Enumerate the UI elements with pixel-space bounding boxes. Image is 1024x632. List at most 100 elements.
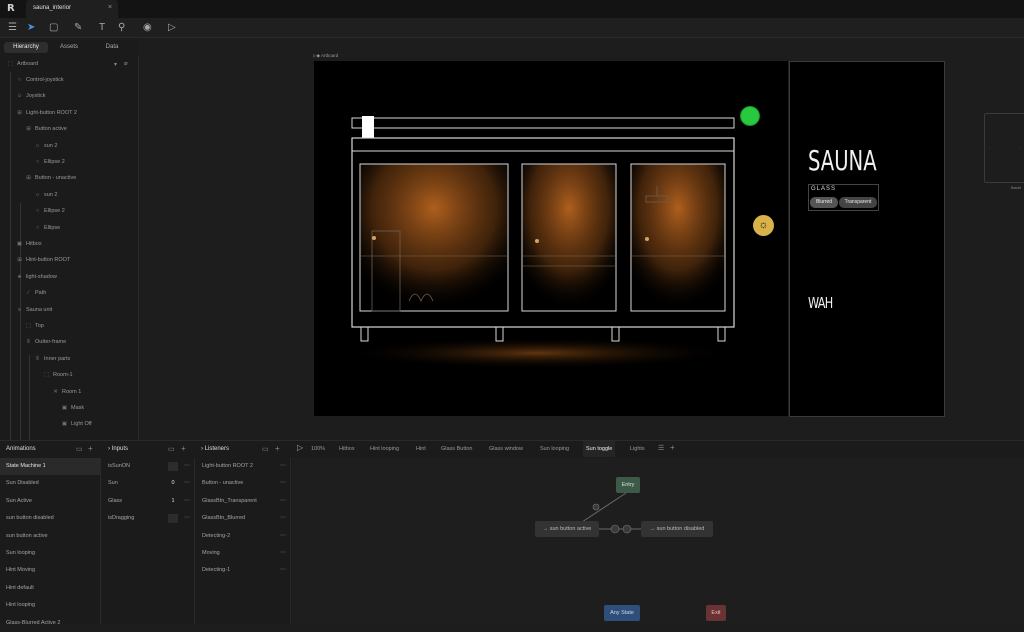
play-icon[interactable]: ▷ — [168, 21, 176, 35]
input-value[interactable]: 0 — [168, 479, 178, 488]
state-machine-graph[interactable]: Entry → sun button active → sun button d… — [292, 458, 1024, 624]
listener-row[interactable]: Detecting-1 ⋯ — [202, 562, 290, 579]
menu-icon[interactable]: ☰ — [8, 21, 17, 35]
more-icon[interactable]: ⋯ — [280, 510, 286, 527]
input-row[interactable]: isSunON ⋯ — [108, 458, 194, 475]
listener-row[interactable]: Button - unactive ⋯ — [202, 475, 290, 492]
hierarchy-item[interactable]: ⊞ Hint-button ROOT — [16, 252, 70, 268]
chevron-down-icon[interactable]: ▾ — [114, 61, 117, 68]
input-value[interactable] — [168, 462, 178, 471]
play-icon[interactable]: ▷ — [297, 443, 303, 452]
animation-item[interactable]: Hint default — [0, 580, 100, 597]
state-machine-tab[interactable]: Sun looping — [540, 441, 569, 457]
hierarchy-item[interactable]: ⬚ Top — [25, 318, 44, 334]
add-animation-icon[interactable]: + — [88, 444, 93, 453]
more-icon[interactable]: ⋯ — [184, 475, 190, 492]
folder-icon[interactable]: ▭ — [262, 445, 269, 453]
hierarchy-item[interactable]: ○ Ellipse — [34, 220, 60, 236]
sun-button-active-node[interactable]: → sun button active — [535, 521, 599, 537]
state-machine-tab[interactable]: Hint looping — [370, 441, 399, 457]
input-row[interactable]: Sun 0 ⋯ — [108, 475, 194, 492]
hierarchy-item[interactable]: ▣ Mask — [61, 400, 84, 416]
animation-item[interactable]: Glass-Blurred Active 2 — [0, 615, 100, 632]
listener-row[interactable]: Detecting-2 ⋯ — [202, 528, 290, 545]
more-icon[interactable]: ⋯ — [280, 545, 286, 562]
link-icon[interactable]: ⌀ — [124, 60, 128, 67]
state-machine-tab[interactable]: Lights — [630, 441, 645, 457]
input-row[interactable]: Glass 1 ⋯ — [108, 493, 194, 510]
sun-button-disabled-node[interactable]: → sun button disabled — [641, 521, 713, 537]
listener-row[interactable]: Light-button ROOT 2 ⋯ — [202, 458, 290, 475]
add-tab-icon[interactable]: + — [670, 443, 675, 452]
tab-hierarchy[interactable]: Hierarchy — [4, 42, 48, 53]
tab-assets[interactable]: Assets — [47, 42, 91, 53]
more-icon[interactable]: ⋯ — [184, 493, 190, 510]
animation-item[interactable]: Hint Moving — [0, 562, 100, 579]
blurred-button[interactable]: Blurred — [810, 197, 838, 208]
add-listener-icon[interactable]: + — [275, 444, 280, 453]
more-icon[interactable]: ⋯ — [184, 458, 190, 475]
animation-item[interactable]: sun button active — [0, 528, 100, 545]
more-icon[interactable]: ⋯ — [280, 562, 286, 579]
sun-button-icon[interactable]: ☼ — [753, 215, 774, 236]
hierarchy-item[interactable]: ⊞ Light-button ROOT 2 — [16, 105, 77, 121]
hierarchy-item[interactable]: ⦀ Inner parts — [34, 351, 70, 367]
animation-item[interactable]: State Machine 1 — [0, 458, 100, 475]
more-icon[interactable]: ⋯ — [280, 528, 286, 545]
animation-item[interactable]: Sun Active — [0, 493, 100, 510]
text-tool-icon[interactable]: T — [99, 21, 105, 35]
hierarchy-item[interactable]: ○ Ellipse 2 — [34, 203, 65, 219]
pen-tool-icon[interactable]: ✎ — [74, 21, 82, 35]
app-logo[interactable]: R — [7, 3, 15, 14]
hierarchy-item[interactable]: ⋇ light-shadow — [16, 269, 57, 285]
entry-node[interactable]: Entry — [616, 477, 640, 493]
hierarchy-item[interactable]: ○ Ellipse 2 — [34, 154, 65, 170]
tab-data[interactable]: Data — [90, 42, 134, 53]
any-state-node[interactable]: Any State — [604, 605, 640, 621]
state-machine-tab[interactable]: Hint — [416, 441, 426, 457]
state-machine-tab[interactable]: Sun toggle — [583, 441, 616, 457]
animation-item[interactable]: sun button disabled — [0, 510, 100, 527]
state-machine-tab[interactable]: Glass window — [489, 441, 523, 457]
more-icon[interactable]: ⋯ — [184, 510, 190, 527]
frame-tool-icon[interactable]: ▢ — [49, 21, 58, 35]
hierarchy-item[interactable]: ≡ Sauna unit — [16, 302, 52, 318]
folder-icon[interactable]: ▭ — [76, 445, 83, 453]
play-state-icon[interactable]: ◉ — [143, 21, 152, 35]
input-value[interactable]: 1 — [168, 497, 178, 506]
select-tool-icon[interactable]: ➤ — [27, 21, 35, 35]
animation-item[interactable]: Sun Disabled — [0, 475, 100, 492]
folder-icon[interactable]: ▭ — [168, 445, 175, 453]
hierarchy-item[interactable]: ☼ sun 2 — [34, 187, 58, 203]
hierarchy-item[interactable]: ○ Control-joystick — [16, 72, 64, 88]
hierarchy-item[interactable]: ☺ Joystick — [16, 88, 46, 104]
hierarchy-root[interactable]: ⬚ Artboard — [7, 56, 38, 72]
hierarchy-item[interactable]: ⊞ Button - unactive — [25, 170, 76, 186]
more-icon[interactable]: ⋯ — [280, 458, 286, 475]
hierarchy-item[interactable]: ⦀ Outter-frame — [25, 334, 66, 350]
more-icon[interactable]: ⋯ — [280, 475, 286, 492]
state-machine-tab[interactable]: Glass Button — [441, 441, 473, 457]
list-icon[interactable]: ☰ — [658, 444, 664, 452]
bone-tool-icon[interactable]: ⚲ — [118, 21, 125, 35]
input-row[interactable]: isDragging ⋯ — [108, 510, 194, 527]
animation-item[interactable]: Sun looping — [0, 545, 100, 562]
state-machine-tab[interactable]: Hitbox — [339, 441, 355, 457]
hierarchy-item[interactable]: ▣ Light Off — [61, 416, 92, 432]
listener-row[interactable]: GlassBtn_Transparent ⋯ — [202, 493, 290, 510]
input-value[interactable] — [168, 514, 178, 524]
hierarchy-item[interactable]: ⬚ Room-1 — [43, 367, 73, 383]
listener-row[interactable]: GlassBtn_Blurred ⋯ — [202, 510, 290, 527]
listener-row[interactable]: Moving ⋯ — [202, 545, 290, 562]
zoom-level[interactable]: 100% — [311, 441, 325, 457]
offscreen-artboard[interactable]: · · — [984, 113, 1024, 183]
hierarchy-item[interactable]: ✕ Room 1 — [52, 384, 81, 400]
hierarchy-item[interactable]: ▣ Hitbox — [16, 236, 42, 252]
hierarchy-item[interactable]: ⊞ Button active — [25, 121, 67, 137]
artboard[interactable]: ☼ — [314, 61, 788, 416]
exit-node[interactable]: Exit — [706, 605, 726, 621]
add-input-icon[interactable]: + — [181, 444, 186, 453]
hierarchy-item[interactable]: ☼ sun 2 — [34, 138, 58, 154]
more-icon[interactable]: ⋯ — [280, 493, 286, 510]
close-tab-icon[interactable]: × — [108, 4, 112, 11]
